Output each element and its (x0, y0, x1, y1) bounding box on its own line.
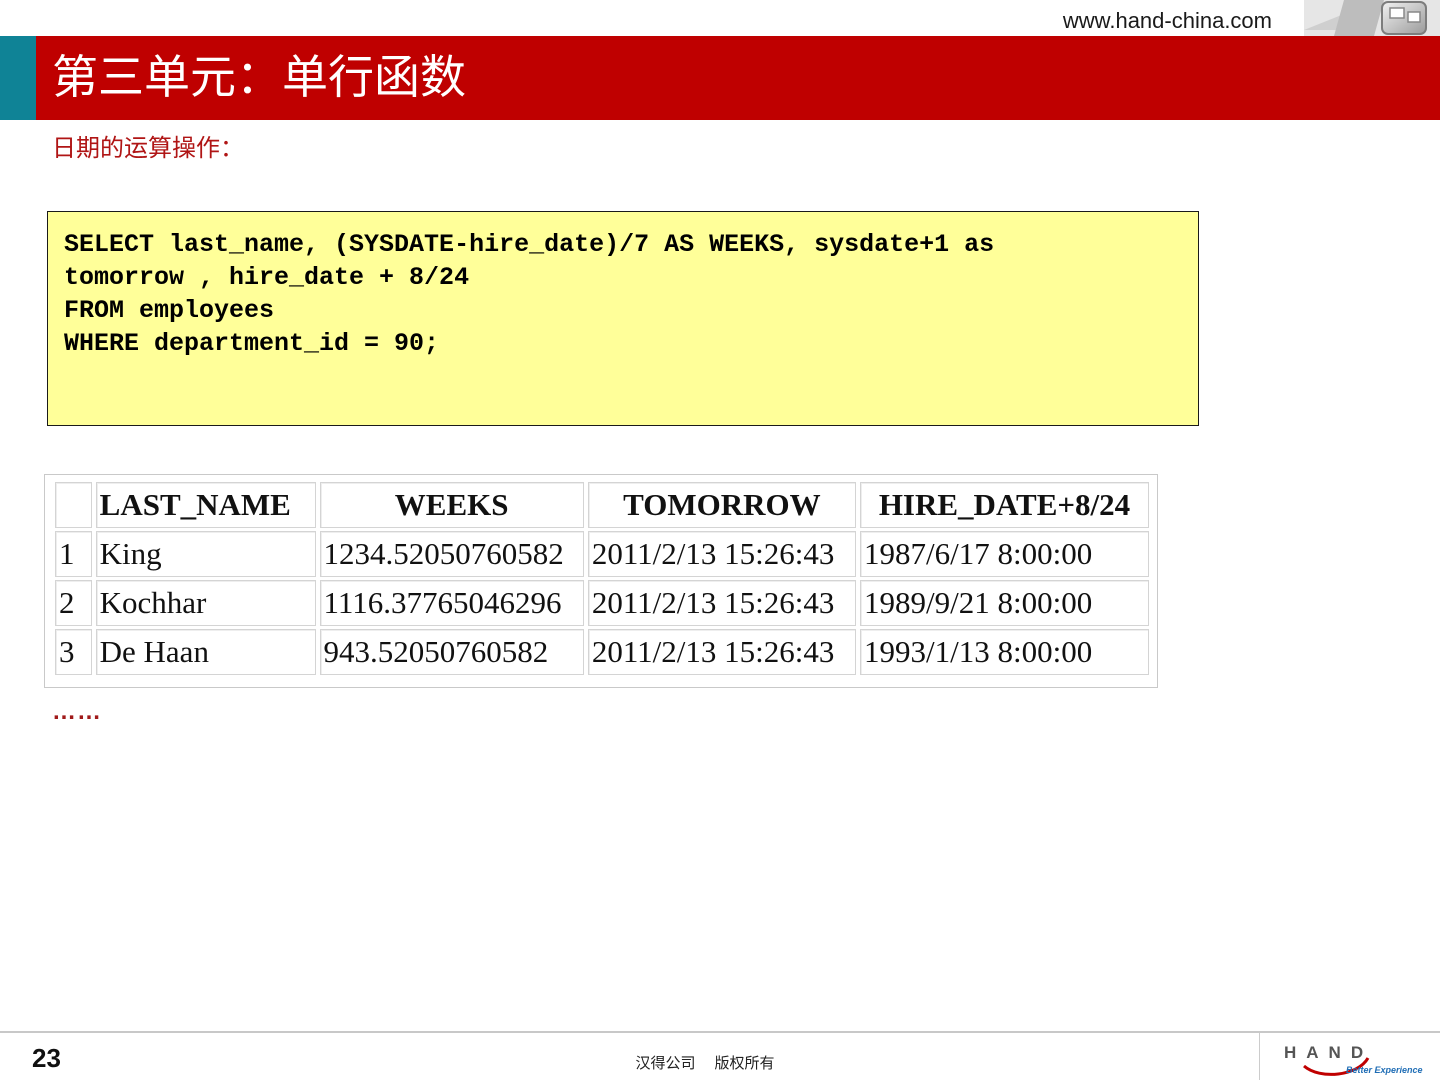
table-row: 2 Kochhar 1116.37765046296 2011/2/13 15:… (55, 580, 1149, 626)
column-header-hire-date: HIRE_DATE+8/24 (860, 482, 1149, 528)
table-cell: King (95, 531, 316, 577)
table-cell: 1234.52050760582 (319, 531, 584, 577)
site-url: www.hand-china.com (1062, 8, 1272, 33)
table-cell: 943.52050760582 (319, 629, 584, 675)
table-cell: 3 (55, 629, 92, 675)
table-cell: 2 (55, 580, 92, 626)
table-header-row: LAST_NAME WEEKS TOMORROW HIRE_DATE+8/24 (55, 482, 1149, 528)
table-cell: 1987/6/17 8:00:00 (860, 531, 1149, 577)
section-subtitle: 日期的运算操作： (52, 134, 244, 162)
table-row: 1 King 1234.52050760582 2011/2/13 15:26:… (55, 531, 1149, 577)
hand-logo-image: HAND Better Experience (1284, 1043, 1423, 1076)
column-header-last-name: LAST_NAME (95, 482, 316, 528)
copyright-text: 汉得公司 版权所有 (635, 1054, 775, 1072)
page-number: 23 (32, 1043, 61, 1073)
slide: www.hand-china.com 第三单元：单行函数 日期的运算操作： SE… (0, 0, 1440, 1080)
hand-logo: HAND Better Experience (1280, 1036, 1435, 1078)
slide-title: 第三单元：单行函数 (52, 50, 466, 104)
result-table: LAST_NAME WEEKS TOMORROW HIRE_DATE+8/24 … (51, 479, 1153, 678)
table-cell: 1989/9/21 8:00:00 (860, 580, 1149, 626)
column-header-rownum (55, 482, 92, 528)
table-cell: 1116.37765046296 (319, 580, 584, 626)
code-line: FROM employees (64, 296, 275, 325)
title-accent-block (0, 36, 36, 120)
logo-wordmark: HAND (1284, 1043, 1373, 1062)
table-cell: 2011/2/13 15:26:43 (587, 629, 856, 675)
table-cell: 1 (55, 531, 92, 577)
table-cell: 2011/2/13 15:26:43 (587, 531, 856, 577)
code-line: SELECT last_name, (SYSDATE-hire_date)/7 … (64, 230, 995, 259)
footer-divider-line (0, 1031, 1440, 1033)
table-row: 3 De Haan 943.52050760582 2011/2/13 15:2… (55, 629, 1149, 675)
column-header-weeks: WEEKS (319, 482, 584, 528)
table-cell: De Haan (95, 629, 316, 675)
logo-tagline: Better Experience (1346, 1065, 1423, 1075)
table-cell: Kochhar (95, 580, 316, 626)
code-line: WHERE department_id = 90; (64, 329, 440, 358)
table-cell: 2011/2/13 15:26:43 (587, 580, 856, 626)
code-line: tomorrow , hire_date + 8/24 (64, 263, 470, 292)
column-header-tomorrow: TOMORROW (587, 482, 856, 528)
table-cell: 1993/1/13 8:00:00 (860, 629, 1149, 675)
sql-code-box: SELECT last_name, (SYSDATE-hire_date)/7 … (47, 211, 1199, 426)
footer-vertical-divider (1259, 1033, 1260, 1080)
more-rows-ellipsis: …… (52, 698, 102, 725)
query-result-table: LAST_NAME WEEKS TOMORROW HIRE_DATE+8/24 … (44, 474, 1158, 688)
